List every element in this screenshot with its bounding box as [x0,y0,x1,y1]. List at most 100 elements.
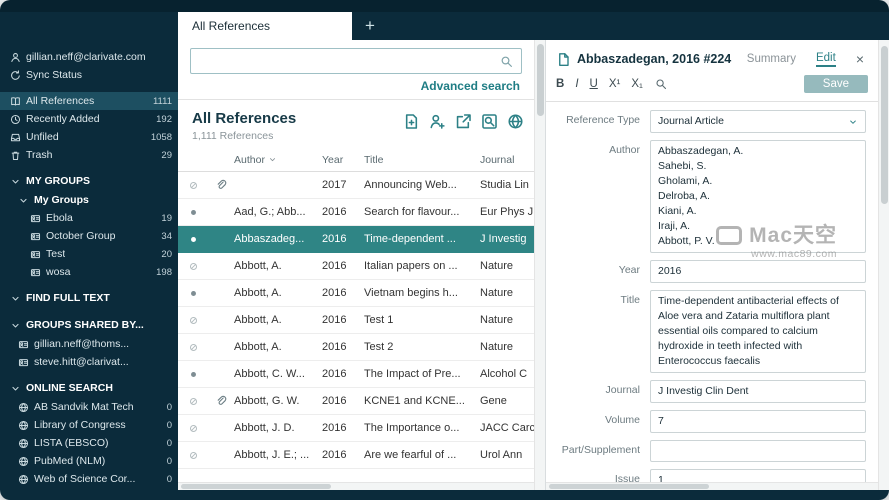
cell-journal: Eur Phys J [480,206,534,218]
field-value-reference-type[interactable]: Journal Article [650,110,866,133]
share-icon[interactable] [455,113,472,130]
sidebar-item-label: All References [26,95,94,107]
field-value-journal[interactable]: J Investig Clin Dent [650,380,866,403]
cell-title: Time-dependent ... [364,233,480,245]
sidebar-item-online-library-of-congress[interactable]: Library of Congress0 [0,416,178,434]
cell-author: Abbott, J. E.; ... [234,449,322,461]
reference-row[interactable]: Abbott, G. W.2016KCNE1 and KCNE...Gene [178,388,534,415]
cell-author: Abbott, C. W... [234,368,322,380]
account-email[interactable]: gillian.neff@clarivate.com [0,48,178,66]
group-icon [30,231,41,242]
list-vscrollbar[interactable] [534,40,545,490]
cell-title: Search for flavour... [364,206,480,218]
sidebar-item-trash[interactable]: Trash29 [0,146,178,164]
sidebar-item-group-wosa[interactable]: wosa198 [0,263,178,281]
detail-vscrollbar-thumb[interactable] [881,46,888,204]
sidebar-item-group-test[interactable]: Test20 [0,245,178,263]
search-input[interactable] [199,54,500,68]
sidebar-item-find-full-text-header[interactable]: FIND FULL TEXT [0,288,178,308]
sidebar-item-online-ab-sandvik[interactable]: AB Sandvik Mat Tech0 [0,398,178,416]
column-year[interactable]: Year [322,154,364,166]
reference-row[interactable]: Aad, G.; Abb...2016Search for flavour...… [178,199,534,226]
lookup-icon[interactable] [481,113,498,130]
field-search-icon[interactable] [655,78,667,90]
add-reference-icon[interactable] [403,113,420,130]
reference-row[interactable]: 2017Announcing Web...Studia Lin [178,172,534,199]
sidebar-item-recently-added[interactable]: Recently Added192 [0,110,178,128]
field-value-author[interactable]: Abbaszadegan, A. Sahebi, S. Gholami, A. … [650,140,866,253]
sidebar-item-online-pubmed[interactable]: PubMed (NLM)0 [0,452,178,470]
reference-row[interactable]: Abbott, A.2016Test 1Nature [178,307,534,334]
record-dot-icon [188,369,199,380]
add-contact-icon[interactable] [429,113,446,130]
column-title[interactable]: Title [364,154,480,166]
list-hscrollbar[interactable] [178,482,534,490]
field-value-part-supplement[interactable] [650,440,866,462]
sidebar-item-my-groups-header[interactable]: MY GROUPS [0,171,178,191]
cell-title: Are we fearful of ... [364,449,480,461]
sidebar-item-count: 192 [152,114,172,125]
sidebar-item-online-lista-ebsco[interactable]: LISTA (EBSCO)0 [0,434,178,452]
sidebar-list: All References1111Recently Added192Unfil… [0,92,178,490]
reference-row[interactable]: Abbaszadeg...2016Time-dependent ...J Inv… [178,226,534,253]
advanced-search-link[interactable]: Advanced search [421,79,520,93]
reference-row[interactable]: Abbott, A.2016Vietnam begins h...Nature [178,280,534,307]
field-row-year: Year2016 [546,260,866,283]
sync-status-label: Sync Status [26,69,82,81]
detail-hscrollbar-thumb[interactable] [549,484,709,489]
record-slash-icon [188,180,199,191]
sync-status[interactable]: Sync Status [0,66,178,84]
tab-edit[interactable]: Edit [816,52,836,67]
detail-vscrollbar[interactable] [878,40,889,490]
record-slash-icon [188,315,199,326]
detail-hscrollbar[interactable] [546,482,878,490]
reference-row[interactable]: Abbott, C. W...2016The Impact of Pre...A… [178,361,534,388]
library-icon [10,96,21,107]
window-titlebar[interactable] [0,0,889,12]
sidebar-item-count: 19 [157,213,172,224]
search-icon[interactable] [500,55,513,68]
sidebar-item-my-groups[interactable]: My Groups [0,191,178,209]
column-author[interactable]: Author [234,154,322,166]
reference-row[interactable]: Abbott, J. D.2016The Importance o...JACC… [178,415,534,442]
cell-title: Announcing Web... [364,179,480,191]
cell-journal: Nature [480,314,534,326]
list-vscrollbar-thumb[interactable] [537,44,544,116]
sidebar-item-shared-gillian[interactable]: gillian.neff@thoms... [0,335,178,353]
sidebar-item-all-references[interactable]: All References1111 [0,92,178,110]
reference-row[interactable]: Abbott, A.2016Italian papers on ...Natur… [178,253,534,280]
field-value-year[interactable]: 2016 [650,260,866,283]
field-value-title[interactable]: Time-dependent antibacterial effects of … [650,290,866,373]
field-row-title: TitleTime-dependent antibacterial effect… [546,290,866,373]
field-value-volume[interactable]: 7 [650,410,866,433]
new-tab-button[interactable]: + [352,12,388,40]
attachment-cell [208,395,234,407]
column-journal[interactable]: Journal [480,154,534,166]
subscript-button[interactable]: X₁ [631,78,643,90]
sidebar-item-group-october-group[interactable]: October Group34 [0,227,178,245]
group-icon [30,213,41,224]
superscript-button[interactable]: X¹ [609,78,621,90]
save-button[interactable]: Save [804,75,868,93]
tab-summary[interactable]: Summary [747,53,796,65]
sidebar-item-shared-steve[interactable]: steve.hitt@clarivat... [0,353,178,371]
cell-title: The Importance o... [364,422,480,434]
sidebar-item-count: 0 [163,402,172,413]
sidebar-item-online-search-header[interactable]: ONLINE SEARCH [0,378,178,398]
author-sort-chevron-icon[interactable] [268,155,277,164]
reference-row[interactable]: Abbott, J. E.; ...2016Are we fearful of … [178,442,534,469]
underline-button[interactable]: U [590,78,598,90]
globe-icon[interactable] [507,113,524,130]
italic-button[interactable]: I [575,78,578,90]
bold-button[interactable]: B [556,78,564,90]
list-hscrollbar-thumb[interactable] [181,484,331,489]
cell-journal: Gene [480,395,534,407]
close-icon[interactable]: × [852,51,868,67]
tab-all-references[interactable]: All References [178,12,352,40]
paperclip-icon [215,395,227,407]
sidebar-item-group-ebola[interactable]: Ebola19 [0,209,178,227]
sidebar-item-unfiled[interactable]: Unfiled1058 [0,128,178,146]
sidebar-item-online-web-of-science[interactable]: Web of Science Cor...0 [0,470,178,488]
reference-row[interactable]: Abbott, A.2016Test 2Nature [178,334,534,361]
sidebar-item-groups-shared-by-header[interactable]: GROUPS SHARED BY... [0,315,178,335]
